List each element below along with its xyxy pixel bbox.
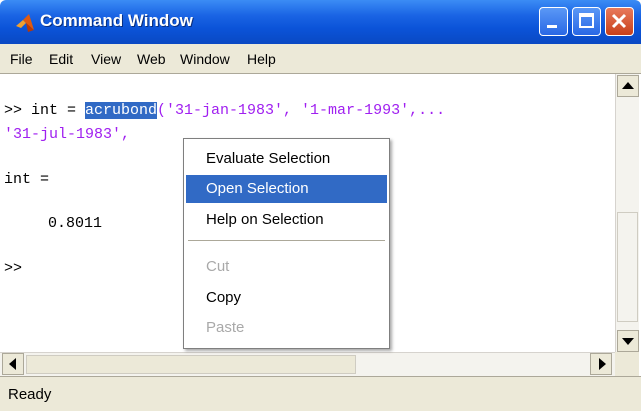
- scroll-right-button[interactable]: [590, 353, 612, 375]
- menu-item-paste: Paste: [206, 319, 245, 336]
- console-line-1: >> int = acrubond('31-jan-1983', '1-mar-…: [4, 102, 445, 119]
- menu-item-evaluate-selection[interactable]: Evaluate Selection: [186, 145, 387, 173]
- menu-file[interactable]: File: [10, 51, 33, 67]
- status-bar: Ready: [0, 376, 641, 411]
- scrollbar-corner: [615, 352, 639, 376]
- prompt-text: >> int =: [4, 102, 86, 119]
- context-menu: Evaluate Selection Open Selection Help o…: [183, 138, 390, 349]
- menu-view[interactable]: View: [91, 51, 121, 67]
- status-text: Ready: [8, 386, 52, 403]
- menu-help[interactable]: Help: [247, 51, 276, 67]
- string-args: ('31-jan-1983', '1-mar-1993',...: [157, 102, 446, 119]
- menu-item-open-selection[interactable]: Open Selection: [186, 175, 387, 203]
- scroll-left-button[interactable]: [2, 353, 24, 375]
- close-button[interactable]: [605, 7, 634, 36]
- horizontal-scroll-thumb[interactable]: [26, 355, 356, 374]
- minimize-icon: [547, 25, 557, 28]
- arrow-up-icon: [622, 82, 634, 89]
- selected-text[interactable]: acrubond: [85, 102, 158, 119]
- menu-item-copy[interactable]: Copy: [186, 284, 387, 312]
- console-prompt[interactable]: >>: [4, 260, 22, 277]
- console-line-2: '31-jul-1983',: [4, 126, 131, 143]
- maximize-button[interactable]: [572, 7, 601, 36]
- window-title: Command Window: [40, 11, 193, 30]
- console-line-3: int =: [4, 171, 50, 188]
- vertical-scrollbar[interactable]: [615, 74, 639, 354]
- title-bar[interactable]: Command Window: [0, 0, 641, 44]
- arrow-down-icon: [622, 338, 634, 345]
- matlab-logo-icon: [16, 14, 34, 32]
- horizontal-scrollbar[interactable]: [0, 352, 615, 376]
- menu-web[interactable]: Web: [137, 51, 166, 67]
- arrow-left-icon: [9, 358, 16, 370]
- scroll-down-button[interactable]: [617, 330, 639, 352]
- menu-separator: [188, 240, 385, 241]
- close-icon: [611, 13, 627, 29]
- scroll-up-button[interactable]: [617, 75, 639, 97]
- menu-item-help-on-selection[interactable]: Help on Selection: [186, 206, 387, 234]
- arrow-right-icon: [599, 358, 606, 370]
- menu-bar: File Edit View Web Window Help: [0, 44, 641, 74]
- menu-window[interactable]: Window: [180, 51, 230, 67]
- vertical-scroll-thumb[interactable]: [617, 212, 638, 322]
- maximize-icon: [579, 13, 594, 28]
- menu-item-cut: Cut: [206, 258, 230, 275]
- console-line-4: 0.8011: [48, 215, 103, 232]
- menu-edit[interactable]: Edit: [49, 51, 73, 67]
- minimize-button[interactable]: [539, 7, 568, 36]
